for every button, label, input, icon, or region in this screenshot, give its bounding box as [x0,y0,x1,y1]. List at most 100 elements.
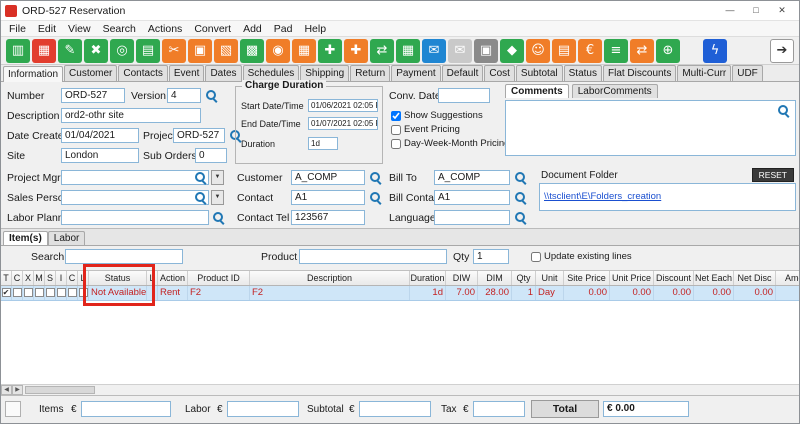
currency-icon[interactable]: € [578,39,602,63]
pricing-option-checkbox[interactable] [391,139,401,149]
main-tab[interactable]: Subtotal [516,65,563,81]
save-icon[interactable]: ▥ [6,39,30,63]
project-mgr-field[interactable] [61,170,209,185]
row-cell[interactable]: 0.00 [610,286,654,300]
contact-tel-field[interactable]: 123567 [291,210,365,225]
copy-icon[interactable]: ▣ [188,39,212,63]
preview-document-icon[interactable]: ▤ [136,39,160,63]
column-header[interactable]: X [23,271,34,285]
menu-item[interactable]: Add [237,22,268,36]
bill-contact-field[interactable]: A1 [434,190,510,205]
scrollbar-thumb[interactable] [25,386,95,394]
total-button[interactable]: Total [531,400,599,418]
column-header[interactable]: C [12,271,23,285]
row-check-cell[interactable] [45,286,56,300]
row-check-cell[interactable] [34,286,45,300]
row-checkbox[interactable]: ✔ [2,288,11,297]
row-cell[interactable]: 0.00 [564,286,610,300]
column-header[interactable]: Unit Price [610,271,654,285]
row-cell[interactable]: F2 [250,286,410,300]
column-header[interactable]: Net Disc [734,271,776,285]
chat-icon[interactable]: ✉ [422,39,446,63]
item-tab[interactable]: Item(s) [3,231,48,245]
main-tab[interactable]: Flat Discounts [603,65,676,81]
main-tab[interactable]: Cost [484,65,515,81]
column-header[interactable]: M [34,271,45,285]
row-cell[interactable]: 0.00 [694,286,734,300]
subtotal-field[interactable] [359,401,431,417]
column-header[interactable]: Net Each [694,271,734,285]
main-tab[interactable]: UDF [732,65,763,81]
duration-field[interactable]: 1d [308,137,338,150]
comments-search-icon[interactable] [777,104,790,117]
menu-item[interactable]: Actions [142,22,188,36]
row-cell[interactable]: 1 [512,286,536,300]
column-header[interactable]: T [1,271,12,285]
menu-item[interactable]: View [62,22,97,36]
language-search-icon[interactable] [514,211,527,224]
sales-person-search-icon[interactable] [194,191,207,204]
exit-icon[interactable]: ➔ [770,39,794,63]
column-header[interactable]: DIM [478,271,512,285]
row-check-cell[interactable]: ✔ [1,286,12,300]
cart-icon[interactable]: ✚ [318,39,342,63]
menu-item[interactable]: Convert [188,22,237,36]
main-tab[interactable]: Return [350,65,390,81]
column-header[interactable]: I [56,271,67,285]
edit-icon[interactable]: ✎ [58,39,82,63]
row-cell[interactable]: Day [536,286,564,300]
column-header[interactable]: Status [89,271,147,285]
conv-date-field[interactable] [438,88,490,103]
menu-item[interactable]: Pad [268,22,299,36]
comments-tab[interactable]: Comments [505,84,569,98]
row-checkbox[interactable] [68,288,77,297]
project-field[interactable]: ORD-527 [173,128,225,143]
tax-field[interactable] [473,401,525,417]
table-row[interactable]: ✔ [1,286,799,301]
column-header[interactable]: Unit [536,271,564,285]
row-check-cell[interactable] [12,286,23,300]
row-cell[interactable]: 7.00 [446,286,478,300]
row-cell[interactable]: 1d [410,286,446,300]
main-tab[interactable]: Shipping [300,65,349,81]
contact-field[interactable]: A1 [291,190,365,205]
date-created-field[interactable]: 01/04/2021 [61,128,139,143]
description-field[interactable]: ord2-othr site [61,108,201,123]
pricing-option[interactable]: Event Pricing [391,124,509,135]
pricing-option[interactable]: Show Suggestions [391,110,509,121]
scroll-right-icon[interactable]: ▶ [12,385,23,395]
row-checkbox[interactable] [13,288,22,297]
bill-to-search-icon[interactable] [514,171,527,184]
maximize-button[interactable]: □ [743,3,769,19]
column-header[interactable]: L [78,271,89,285]
main-tab[interactable]: Schedules [243,65,300,81]
main-tab[interactable]: Multi-Curr [677,65,731,81]
comments-tab[interactable]: LaborComments [572,84,658,98]
row-cell[interactable]: 0.00 [776,286,799,300]
bill-contact-search-icon[interactable] [514,191,527,204]
transfer-icon[interactable]: ⇄ [630,39,654,63]
menu-item[interactable]: Help [298,22,332,36]
column-header[interactable]: Discount [654,271,694,285]
share-icon[interactable]: ◆ [500,39,524,63]
row-check-cell[interactable] [23,286,34,300]
calculator-icon[interactable]: ≡ [604,39,628,63]
row-checkbox[interactable] [46,288,55,297]
number-field[interactable]: ORD-527 [61,88,125,103]
row-cell[interactable] [147,286,158,300]
project-mgr-search-icon[interactable] [194,171,207,184]
row-checkbox[interactable] [79,288,88,297]
start-datetime-field[interactable]: 01/06/2021 02:05 PM [308,99,378,112]
row-checkbox[interactable] [24,288,33,297]
inventory-icon[interactable]: ▦ [292,39,316,63]
column-header[interactable]: Amount [776,271,799,285]
update-existing-lines-checkbox[interactable] [531,252,541,262]
customer-field[interactable]: A_COMP [291,170,365,185]
menu-item[interactable]: Edit [32,22,62,36]
project-mgr-dropdown-arrow[interactable]: ▼ [211,170,224,185]
row-checkbox[interactable] [57,288,66,297]
row-checkbox[interactable] [35,288,44,297]
row-check-cell[interactable] [78,286,89,300]
row-cell[interactable]: Not Available [89,286,147,300]
close-button[interactable]: ✕ [769,3,795,19]
